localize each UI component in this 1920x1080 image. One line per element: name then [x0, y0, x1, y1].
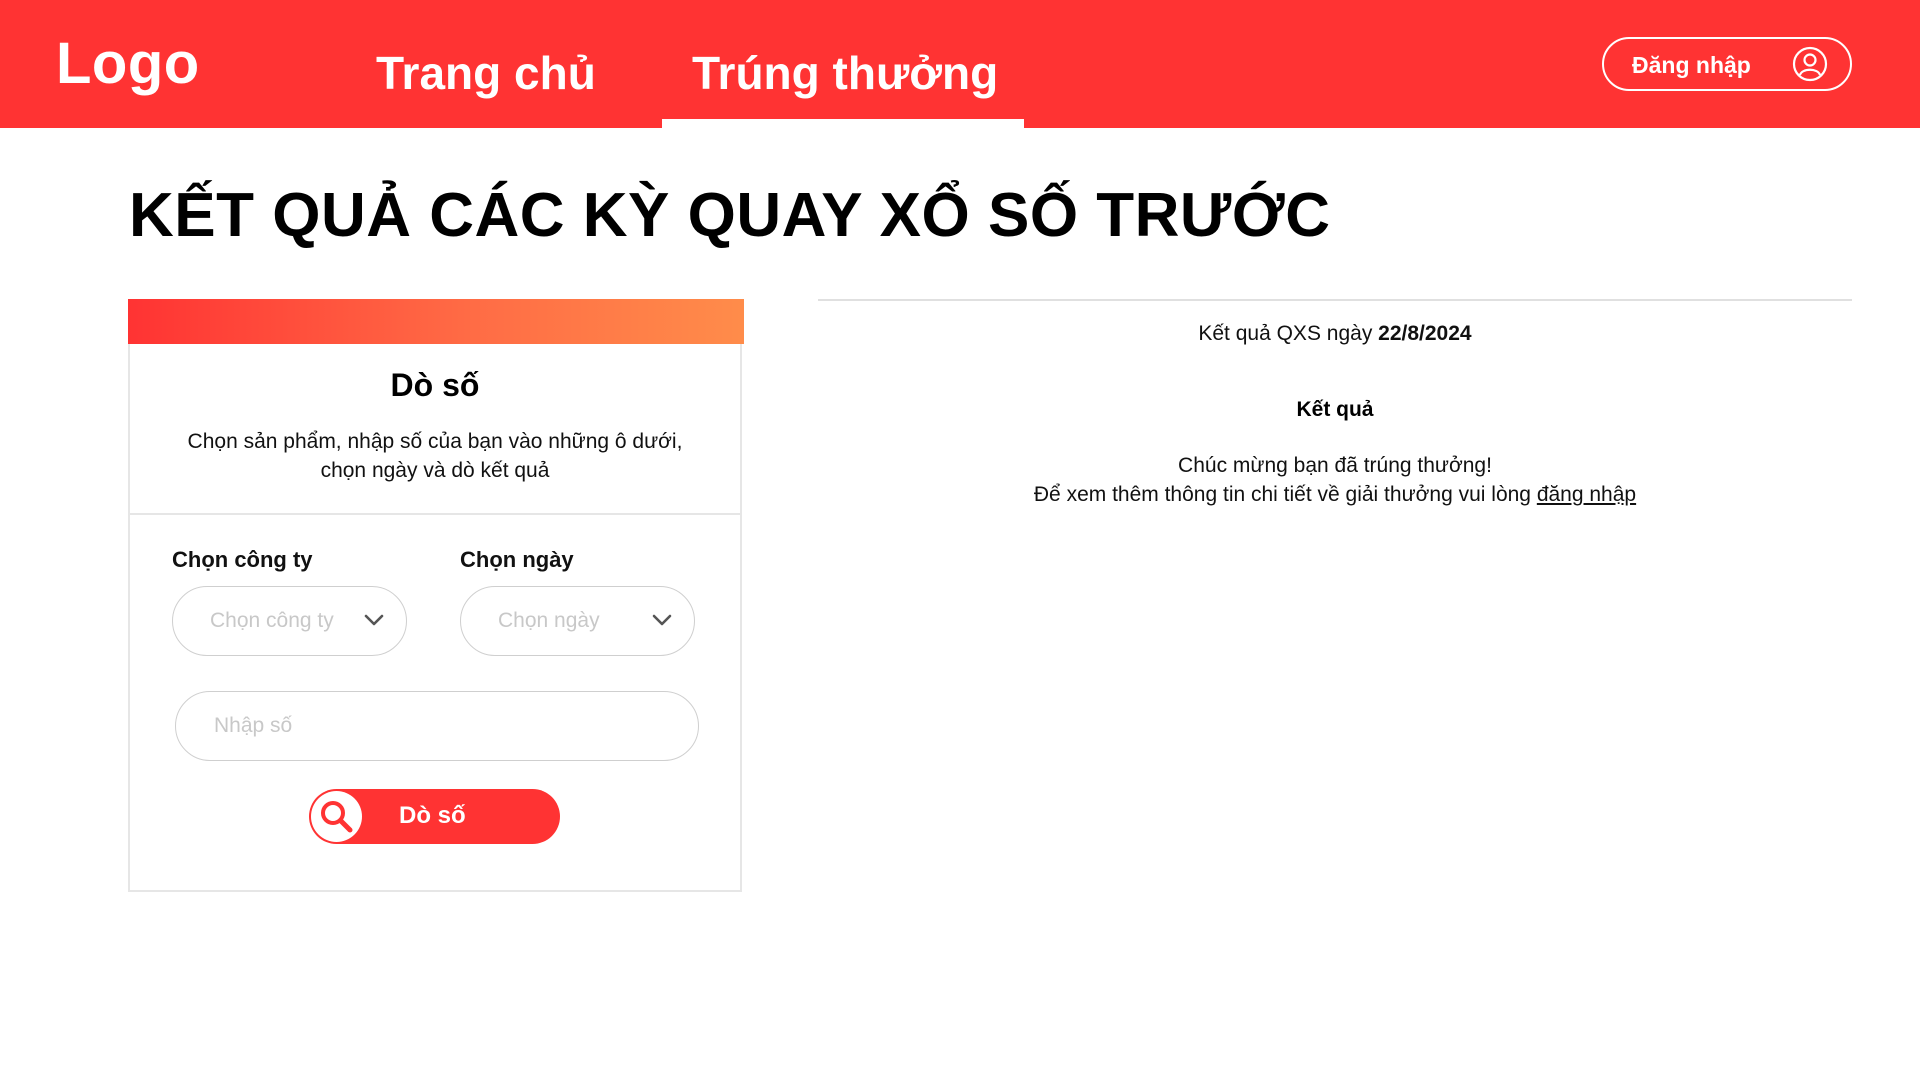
page-title: KẾT QUẢ CÁC KỲ QUAY XỔ SỐ TRƯỚC — [129, 181, 1331, 250]
login-link[interactable]: đăng nhập — [1537, 483, 1636, 506]
panel-description: Chọn sản phẩm, nhập số của bạn vào những… — [170, 427, 700, 485]
results-date-prefix: Kết quả QXS ngày — [1198, 322, 1379, 345]
panel-header-bar — [128, 299, 744, 344]
company-select-placeholder: Chọn công ty — [210, 609, 334, 632]
company-label: Chọn công ty — [172, 547, 313, 572]
date-label: Chọn ngày — [460, 547, 574, 572]
panel-description-line2: chọn ngày và dò kết quả — [320, 459, 550, 482]
results-heading: Kết quả — [1296, 398, 1374, 421]
company-select[interactable]: Chọn công ty — [172, 586, 407, 656]
check-number-button-label: Dò số — [399, 802, 466, 829]
nav-item-home[interactable]: Trang chủ — [376, 46, 596, 100]
number-input[interactable] — [175, 691, 699, 761]
results-divider — [818, 299, 1852, 301]
top-navbar: Logo Trang chủ Trúng thưởng Đăng nhập — [0, 0, 1920, 128]
login-button-label: Đăng nhập — [1632, 52, 1751, 78]
panel-divider — [130, 513, 740, 515]
results-congrats-message: Chúc mừng bạn đã trúng thưởng! — [1178, 454, 1492, 477]
results-date-line: Kết quả QXS ngày 22/8/2024 — [818, 322, 1852, 346]
logo[interactable]: Logo — [56, 30, 200, 97]
chevron-down-icon — [652, 614, 672, 626]
date-select[interactable]: Chọn ngày — [460, 586, 695, 656]
search-icon-circle — [311, 791, 362, 842]
results-login-message-text: Để xem thêm thông tin chi tiết về giải t… — [1033, 483, 1537, 506]
nav-item-prize[interactable]: Trúng thưởng — [692, 46, 998, 100]
number-check-panel: Dò số Chọn sản phẩm, nhập số của bạn vào… — [128, 299, 744, 892]
check-number-button[interactable]: Dò số — [309, 789, 560, 844]
search-icon — [321, 801, 353, 833]
chevron-down-icon — [364, 614, 384, 626]
results-date: 22/8/2024 — [1378, 322, 1472, 345]
results-login-message: Để xem thêm thông tin chi tiết về giải t… — [818, 483, 1852, 507]
panel-description-line1: Chọn sản phẩm, nhập số của bạn vào những… — [187, 430, 683, 453]
login-button[interactable]: Đăng nhập — [1602, 37, 1852, 91]
user-circle-icon — [1792, 46, 1828, 82]
date-select-placeholder: Chọn ngày — [498, 609, 600, 632]
active-nav-indicator — [662, 119, 1024, 128]
panel-title: Dò số — [390, 367, 480, 403]
